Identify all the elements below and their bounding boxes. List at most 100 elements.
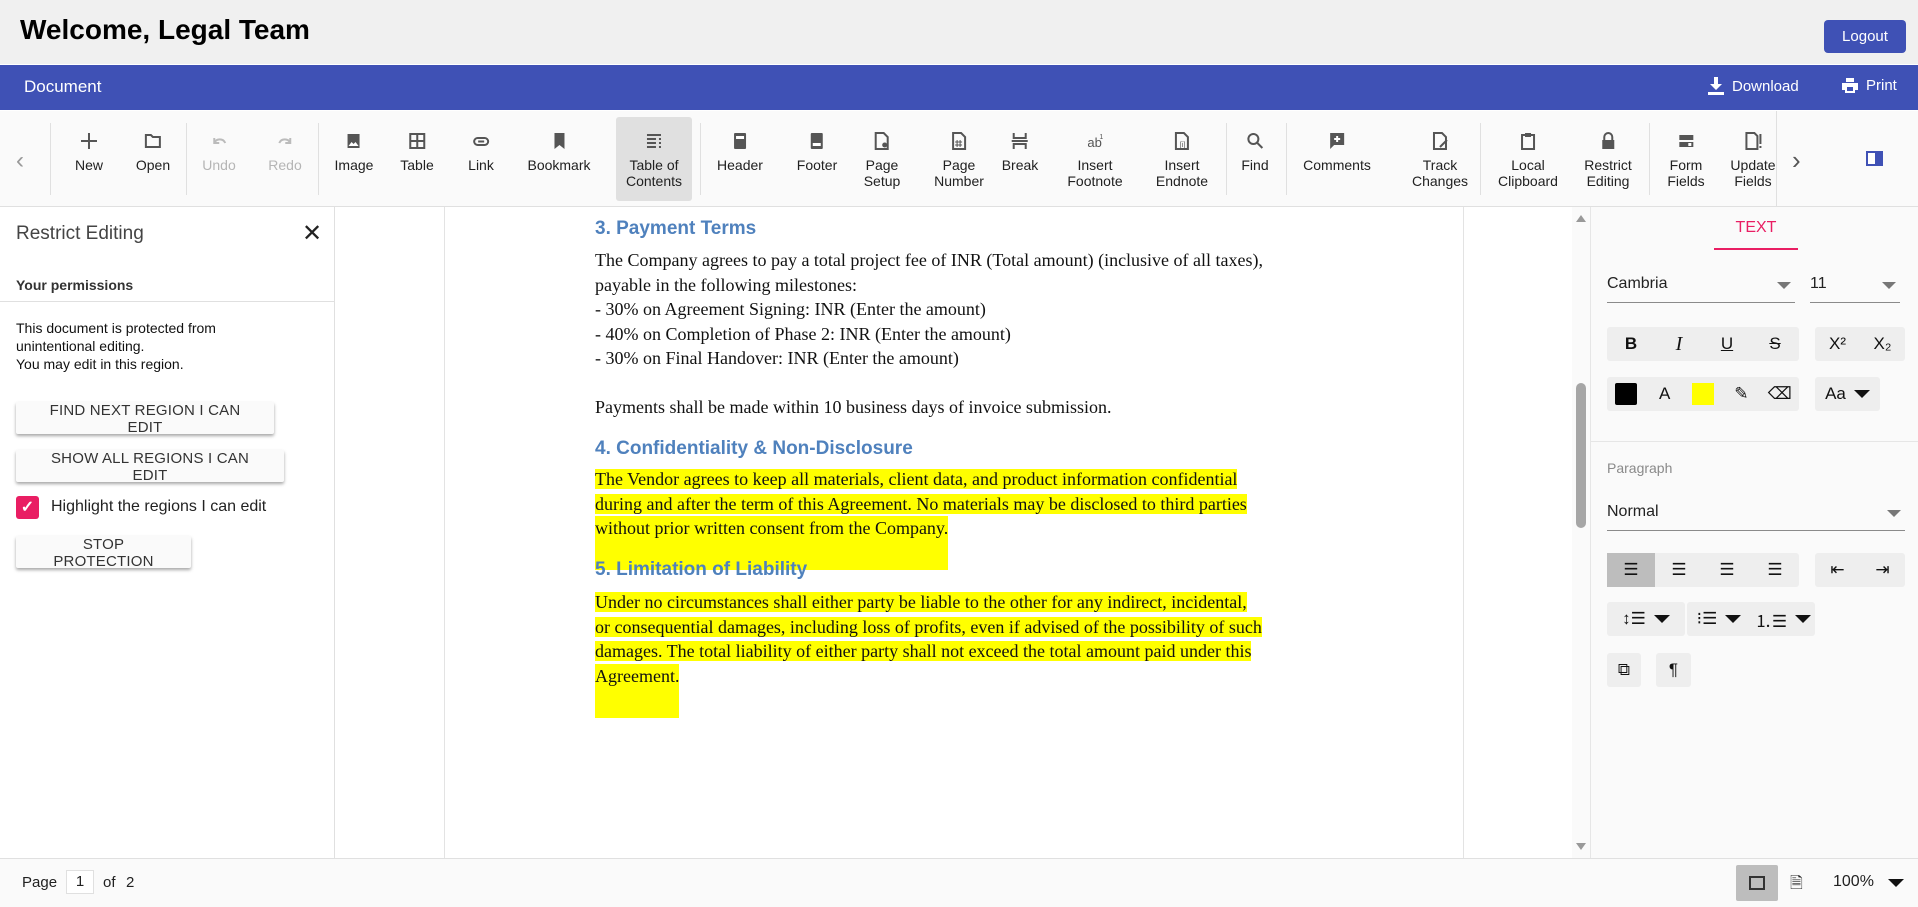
font-color-button[interactable] xyxy=(1607,377,1645,411)
toolbar-new-button[interactable]: New xyxy=(75,111,103,207)
highlight-regions-checkbox[interactable]: ✓ xyxy=(16,496,39,519)
copy-format-icon[interactable]: ⧉ xyxy=(1607,653,1641,687)
document-line[interactable]: The Company agrees to pay a total projec… xyxy=(595,248,1263,273)
toolbar-local-clipboard-button[interactable]: Local Clipboard xyxy=(1498,111,1558,207)
toolbar-bookmark-button[interactable]: Bookmark xyxy=(527,111,591,207)
document-line[interactable]: payable in the following milestones: xyxy=(595,273,857,298)
document-line[interactable]: or consequential damages, including loss… xyxy=(595,615,1262,640)
show-all-regions-button[interactable]: SHOW ALL REGIONS I CAN EDIT xyxy=(16,450,284,484)
vertical-scrollbar[interactable] xyxy=(1572,207,1590,858)
zoom-dropdown-icon[interactable] xyxy=(1888,879,1904,887)
toolbar-scroll-left-icon[interactable]: ‹ xyxy=(16,147,24,175)
tab-text[interactable]: TEXT xyxy=(1714,219,1798,237)
panel-title: Restrict Editing xyxy=(16,223,144,244)
toolbar-image-button[interactable]: Image xyxy=(335,111,373,207)
toolbar-link-button[interactable]: Link xyxy=(468,111,494,207)
italic-button[interactable]: I xyxy=(1655,327,1703,361)
underline-button[interactable]: U xyxy=(1703,327,1751,361)
web-layout-icon[interactable]: 🗎 xyxy=(1790,872,1803,899)
toolbar-find-button[interactable]: Find xyxy=(1241,111,1269,207)
bold-button[interactable]: B xyxy=(1607,327,1655,361)
bookmark-icon xyxy=(554,133,564,149)
document-line[interactable]: Agreement. xyxy=(595,663,680,718)
document-viewer[interactable]: 3. Payment Terms The Company agrees to pa… xyxy=(335,207,1590,858)
print-button[interactable]: Print xyxy=(1842,77,1897,94)
toolbar-footer-button[interactable]: Footer xyxy=(797,111,837,207)
toolbar-table-button[interactable]: Table xyxy=(400,111,434,207)
chevron-down-icon xyxy=(1777,282,1791,289)
line-spacing-button[interactable]: ↕☰ xyxy=(1607,602,1685,636)
superscript-button[interactable]: X² xyxy=(1815,327,1860,361)
toolbar-item-label: Header xyxy=(717,157,763,173)
document-page[interactable]: 3. Payment Terms The Company agrees to pa… xyxy=(444,207,1464,858)
font-family-select[interactable]: Cambria xyxy=(1607,263,1795,303)
toolbar-header-button[interactable]: Header xyxy=(717,111,763,207)
print-layout-button[interactable] xyxy=(1736,865,1778,901)
current-page-input[interactable]: 1 xyxy=(66,870,94,894)
increase-indent-icon[interactable]: ⇥ xyxy=(1860,553,1905,587)
toolbar-item-label: Open xyxy=(135,157,171,173)
document-line[interactable]: - 30% on Final Handover: INR (Enter the … xyxy=(595,346,959,371)
document-line[interactable]: - 30% on Agreement Signing: INR (Enter t… xyxy=(595,297,986,322)
protection-message: This document is protected from unintent… xyxy=(16,319,216,373)
font-color-a-icon[interactable]: A xyxy=(1645,377,1683,411)
font-size-value: 11 xyxy=(1810,275,1827,292)
document-line[interactable]: The Vendor agrees to keep all materials,… xyxy=(595,467,1238,492)
align-left-icon[interactable]: ☰ xyxy=(1607,553,1655,587)
toolbar-insert-footnote-button[interactable]: ab 1 Insert Footnote xyxy=(1067,111,1122,207)
toolbar-form-fields-button[interactable]: Form Fields xyxy=(1667,111,1705,207)
document-line[interactable]: without prior written consent from the C… xyxy=(595,516,949,570)
toolbar-page-number-button[interactable]: Page Number xyxy=(934,111,984,207)
toolbar-item-label: Break xyxy=(1001,157,1039,173)
bullets-button[interactable]: ⁝☰ xyxy=(1687,602,1751,636)
document-line[interactable]: damages. The total liability of either p… xyxy=(595,639,1252,664)
header-icon xyxy=(733,133,746,149)
font-size-select[interactable]: 11 xyxy=(1810,263,1900,303)
toolbar-table-of-contents-button[interactable]: Table of Contents xyxy=(626,111,682,207)
align-center-icon[interactable]: ☰ xyxy=(1655,553,1703,587)
close-icon[interactable]: ✕ xyxy=(302,219,322,248)
plus-icon xyxy=(80,133,97,149)
numbering-button[interactable]: ⒈☰ xyxy=(1751,602,1815,636)
subscript-button[interactable]: X₂ xyxy=(1860,327,1905,361)
highlighter-icon[interactable]: ✎ xyxy=(1722,377,1760,411)
logout-button[interactable]: Logout xyxy=(1824,20,1906,53)
toolbar-comments-button[interactable]: Comments xyxy=(1303,111,1371,207)
scroll-down-icon[interactable] xyxy=(1576,843,1586,850)
toolbar-restrict-editing-button[interactable]: Restrict Editing xyxy=(1584,111,1632,207)
document-title-bar: Document Download Print xyxy=(0,65,1918,110)
find-next-region-button[interactable]: FIND NEXT REGION I CAN EDIT xyxy=(16,402,274,436)
properties-pane-toggle-icon[interactable] xyxy=(1866,151,1883,166)
toolbar-redo-button[interactable]: Redo xyxy=(268,111,302,207)
toolbar-track-changes-button[interactable]: Track Changes xyxy=(1412,111,1468,207)
document-line[interactable]: Payments shall be made within 10 busines… xyxy=(595,395,1111,420)
highlight-regions-label[interactable]: Highlight the regions I can edit xyxy=(51,498,266,516)
toolbar-page-setup-button[interactable]: Page Setup xyxy=(864,111,900,207)
show-paragraph-marks-icon[interactable]: ¶ xyxy=(1656,653,1691,687)
clear-format-eraser-icon[interactable]: ⌫ xyxy=(1761,377,1799,411)
stop-protection-button[interactable]: STOP PROTECTION xyxy=(16,536,191,570)
toolbar-separator xyxy=(318,123,319,195)
zoom-level[interactable]: 100% xyxy=(1833,873,1874,891)
paragraph-style-select[interactable]: Normal xyxy=(1607,491,1905,531)
toolbar-break-button[interactable]: Break xyxy=(1001,111,1039,207)
justify-icon[interactable]: ☰ xyxy=(1751,553,1799,587)
document-line[interactable]: Under no circumstances shall either part… xyxy=(595,590,1247,615)
toolbar-insert-endnote-button[interactable]: [i] Insert Endnote xyxy=(1156,111,1208,207)
toolbar-scroll-right-icon[interactable]: › xyxy=(1792,145,1801,176)
message-line: You may edit in this region. xyxy=(16,356,184,372)
toolbar-undo-button[interactable]: Undo xyxy=(202,111,236,207)
decrease-indent-icon[interactable]: ⇤ xyxy=(1815,553,1860,587)
strikethrough-button[interactable]: S xyxy=(1751,327,1799,361)
align-right-icon[interactable]: ☰ xyxy=(1703,553,1751,587)
scroll-up-icon[interactable] xyxy=(1576,215,1586,222)
highlight-color-button[interactable] xyxy=(1684,377,1722,411)
toolbar-update-fields-button[interactable]: Update Fields xyxy=(1730,111,1776,207)
document-line[interactable]: - 40% on Completion of Phase 2: INR (Ent… xyxy=(595,322,1011,347)
scrollbar-thumb[interactable] xyxy=(1576,383,1586,528)
download-button[interactable]: Download xyxy=(1708,77,1799,95)
document-line[interactable]: during and after the term of this Agreem… xyxy=(595,492,1247,517)
toolbar-open-button[interactable]: Open xyxy=(136,111,170,207)
change-case-button[interactable]: Aa xyxy=(1815,377,1880,411)
bullet-list-icon: ⁝☰ xyxy=(1696,609,1718,628)
